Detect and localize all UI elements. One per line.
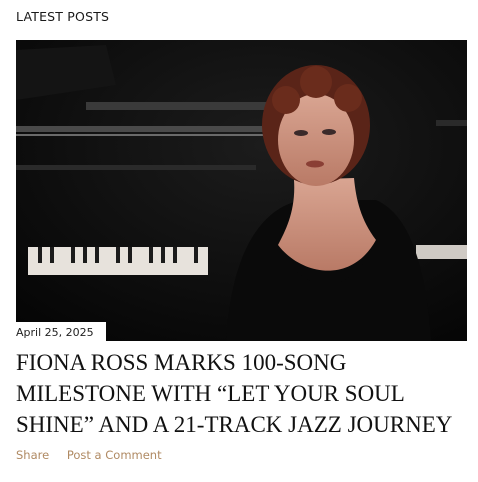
share-link[interactable]: Share [16,448,49,462]
post-title-link[interactable]: FIONA ROSS MARKS 100-SONG MILESTONE WITH… [16,347,471,440]
post-featured-image[interactable] [16,40,467,341]
piano-portrait-illustration [16,40,467,341]
section-title: LATEST POSTS [16,9,110,24]
post-date: April 25, 2025 [16,322,106,341]
post-comment-link[interactable]: Post a Comment [67,448,162,462]
post-actions: Share Post a Comment [16,448,162,462]
